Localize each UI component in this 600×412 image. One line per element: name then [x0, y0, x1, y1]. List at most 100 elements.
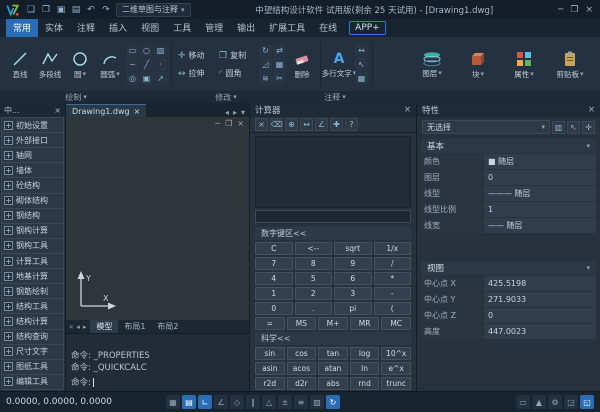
close-icon[interactable]: ×	[134, 107, 141, 116]
expand-icon[interactable]: +	[4, 302, 13, 311]
expand-icon[interactable]: +	[4, 377, 13, 386]
fullscreen-icon[interactable]: ◱	[580, 395, 594, 409]
calc-sci-key[interactable]: 10^x	[381, 347, 411, 360]
calc-key[interactable]: 8	[295, 257, 333, 270]
line-button[interactable]: 直线	[6, 41, 34, 89]
calc-key[interactable]: 1	[255, 287, 293, 300]
snap-icon[interactable]: ▦	[166, 395, 180, 409]
calc-key[interactable]: .	[295, 302, 333, 315]
calc-key[interactable]: *	[374, 272, 412, 285]
calc-memory-key[interactable]: MC	[381, 317, 411, 330]
undo-icon[interactable]: ↶	[84, 3, 98, 17]
clean-screen-icon[interactable]: ◲	[564, 395, 578, 409]
save-icon[interactable]: ▣	[54, 3, 68, 17]
get-coordinates-icon[interactable]: ⊕	[285, 118, 298, 131]
clear-icon[interactable]: ×	[255, 118, 268, 131]
ribbon-tab[interactable]: 输出	[230, 19, 262, 37]
doc-minimize-icon[interactable]: ─	[215, 119, 220, 128]
calculator-history-pane[interactable]	[255, 136, 411, 208]
array-icon[interactable]: ▦	[273, 58, 286, 71]
property-value[interactable]: 1	[484, 202, 596, 217]
section-basic[interactable]: 基本 ▾	[421, 139, 596, 153]
close-icon[interactable]: ×	[585, 5, 593, 15]
close-icon[interactable]: ×	[404, 105, 411, 115]
ribbon-tab[interactable]: 插入	[102, 19, 134, 37]
expand-icon[interactable]: +	[4, 166, 13, 175]
command-window[interactable]: 命令: _PROPERTIES命令: _QUICKCALC 命令:	[66, 333, 249, 391]
mtext-button[interactable]: A 多行文字▾	[325, 41, 353, 89]
select-objects-icon[interactable]: ↖	[567, 121, 580, 134]
calc-key[interactable]: 3	[334, 287, 372, 300]
sidebar-item[interactable]: + 钢构计算	[1, 223, 64, 239]
ribbon-tab[interactable]: 工具	[166, 19, 198, 37]
sidebar-item[interactable]: + 初始设置	[1, 117, 64, 133]
fillet-button[interactable]: ◜圆角	[217, 65, 257, 82]
cycle-icon[interactable]: ↻	[326, 395, 340, 409]
ray-icon[interactable]: ↗	[154, 72, 167, 85]
calculator-input-field[interactable]	[255, 210, 411, 223]
ribbon-tab[interactable]: 扩展工具	[262, 19, 312, 37]
clear-history-icon[interactable]: ⌫	[270, 118, 283, 131]
rectangle-icon[interactable]: ▭	[126, 44, 139, 57]
annotate-panel-label[interactable]: 注释▾	[300, 92, 370, 103]
stretch-button[interactable]: ↔拉伸	[176, 65, 216, 82]
expand-icon[interactable]: +	[4, 211, 13, 220]
property-value[interactable]: ■ 随层	[484, 154, 596, 169]
transparency-icon[interactable]: ▨	[310, 395, 324, 409]
redo-icon[interactable]: ↷	[99, 3, 113, 17]
layout-tab[interactable]: 布局2	[151, 320, 184, 333]
help-icon[interactable]: ?	[345, 118, 358, 131]
ducs-icon[interactable]: △	[262, 395, 276, 409]
layout-tab[interactable]: 模型	[90, 320, 118, 333]
command-input[interactable]: 命令:	[71, 376, 244, 388]
annotation-scale-icon[interactable]: ▲	[532, 395, 546, 409]
quick-select-icon[interactable]: ▥	[552, 121, 565, 134]
expand-icon[interactable]: +	[4, 272, 13, 281]
calc-sci-key[interactable]: tan	[318, 347, 348, 360]
minimize-icon[interactable]: ─	[558, 5, 563, 15]
tab-scroll-left-icon[interactable]: ◂	[225, 108, 229, 117]
calc-key[interactable]: pi	[334, 302, 372, 315]
expand-icon[interactable]: +	[4, 287, 13, 296]
layers-button[interactable]: 图层▾	[411, 41, 453, 89]
ribbon-tab[interactable]: 注释	[70, 19, 102, 37]
calc-sci-key[interactable]: r2d	[255, 377, 285, 390]
calc-sci-key[interactable]: log	[350, 347, 380, 360]
donut-icon[interactable]: ◎	[126, 72, 139, 85]
section-view[interactable]: 视图 ▾	[421, 261, 596, 275]
expand-icon[interactable]: +	[4, 196, 13, 205]
open-file-icon[interactable]: ❐	[39, 3, 53, 17]
clipboard-button[interactable]: 剪贴板▾	[549, 41, 591, 89]
xline-icon[interactable]: ╱	[140, 58, 153, 71]
expand-icon[interactable]: +	[4, 151, 13, 160]
calc-key[interactable]: 0	[255, 302, 293, 315]
offset-icon[interactable]: ≋	[259, 72, 272, 85]
calc-memory-key[interactable]: M+	[318, 317, 348, 330]
sidebar-item[interactable]: + 结构查询	[1, 329, 64, 345]
model-paper-icon[interactable]: ▭	[516, 395, 530, 409]
ribbon-tab[interactable]: 实体	[38, 19, 70, 37]
distance-icon[interactable]: ↔	[300, 118, 313, 131]
polyline-button[interactable]: 多段线	[36, 41, 64, 89]
expand-icon[interactable]: +	[4, 181, 13, 190]
draw-panel-label[interactable]: 绘制▾	[0, 92, 152, 103]
copy-button[interactable]: ❐复制	[217, 47, 257, 64]
sidebar-item[interactable]: + 计算工具	[1, 253, 64, 269]
hatch-icon[interactable]: ▨	[154, 44, 167, 57]
calc-key[interactable]: sqrt	[334, 242, 372, 255]
calc-memory-key[interactable]: MR	[350, 317, 380, 330]
sidebar-item[interactable]: + 钢筋绘制	[1, 283, 64, 299]
sidebar-item[interactable]: + 地基计算	[1, 268, 64, 284]
property-value[interactable]: 0	[484, 170, 596, 185]
calc-key[interactable]: 9	[334, 257, 372, 270]
property-value[interactable]: 0	[484, 308, 596, 323]
sidebar-item[interactable]: + 轴网	[1, 147, 64, 163]
sidebar-item[interactable]: + 结构计算	[1, 313, 64, 329]
lineweight-icon[interactable]: ≡	[294, 395, 308, 409]
expand-icon[interactable]: +	[4, 317, 13, 326]
property-value[interactable]: 425.5198	[484, 276, 596, 291]
calc-key[interactable]: (	[374, 302, 412, 315]
properties-button[interactable]: 属性▾	[503, 41, 545, 89]
expand-icon[interactable]: +	[4, 136, 13, 145]
calc-sci-key[interactable]: sin	[255, 347, 285, 360]
